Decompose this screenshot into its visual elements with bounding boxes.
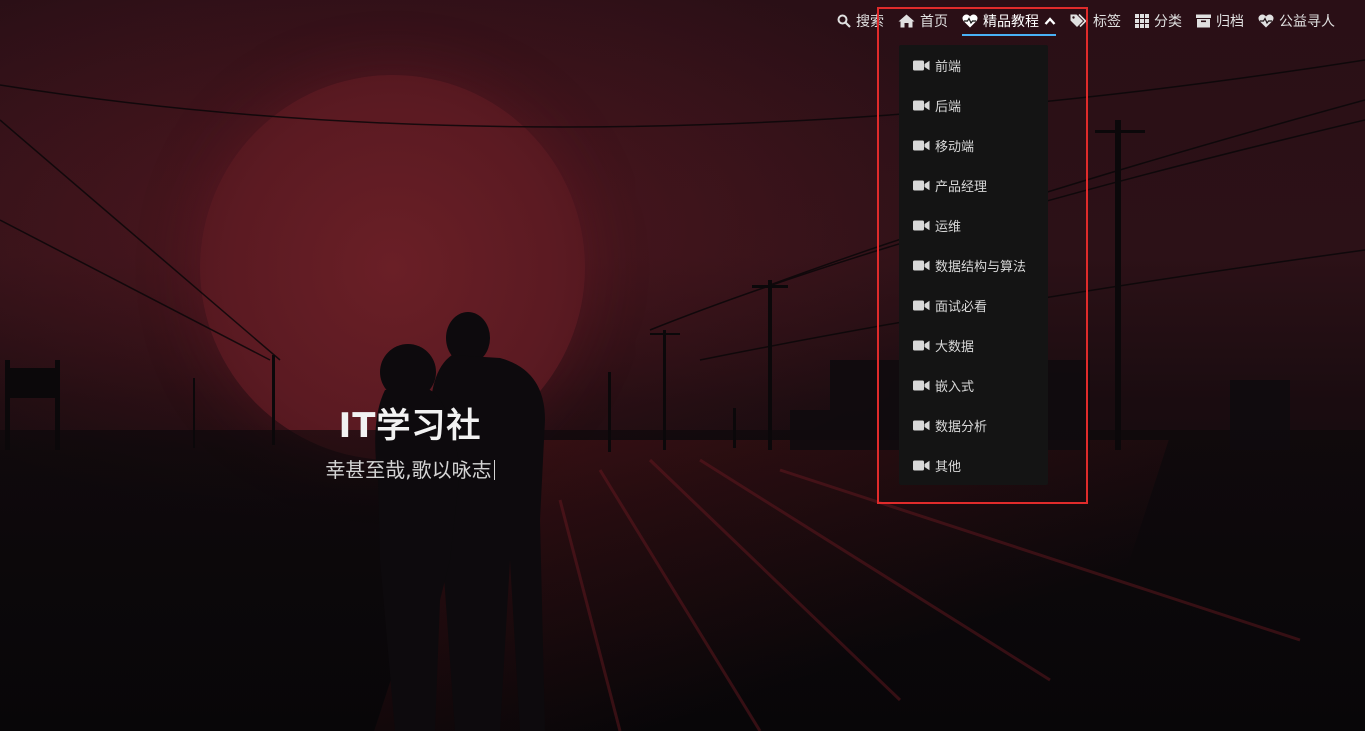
nav-categories-label: 分类: [1154, 14, 1182, 30]
dropdown-item[interactable]: 后端: [899, 85, 1048, 125]
dropdown-item-label: 数据结构与算法: [935, 259, 1027, 275]
chevron-up-icon: [1044, 17, 1056, 25]
site-title: IT学习社: [338, 406, 482, 446]
nav-search[interactable]: 搜索: [837, 8, 884, 34]
dropdown-item-label: 前端: [935, 59, 962, 75]
dropdown-item[interactable]: 移动端: [899, 125, 1048, 165]
site-subtitle: 幸甚至哉,歌以咏志: [300, 454, 520, 483]
nav-tags[interactable]: 标签: [1070, 8, 1121, 34]
dropdown-item-label: 面试必看: [935, 299, 988, 315]
site-subtitle-text: 幸甚至哉,歌以咏志: [325, 458, 492, 482]
dropdown-item[interactable]: 嵌入式: [899, 365, 1048, 405]
nav-home-label: 首页: [920, 14, 948, 30]
dropdown-item[interactable]: 运维: [899, 205, 1048, 245]
nav-home[interactable]: 首页: [898, 8, 948, 34]
dropdown-item[interactable]: 产品经理: [899, 165, 1048, 205]
video-icon: [913, 300, 930, 310]
video-icon: [913, 380, 930, 390]
nav-search-label: 搜索: [856, 14, 884, 30]
video-icon: [913, 100, 930, 110]
video-icon: [913, 340, 930, 350]
dropdown-item[interactable]: 其他: [899, 445, 1048, 485]
dropdown-item-label: 嵌入式: [935, 379, 975, 395]
nav-tutorials-label: 精品教程: [983, 14, 1039, 30]
nav-tags-label: 标签: [1093, 14, 1121, 30]
video-icon: [913, 460, 930, 470]
dropdown-item[interactable]: 面试必看: [899, 285, 1048, 325]
archive-icon: [1196, 14, 1211, 28]
dropdown-item-label: 其他: [935, 459, 962, 475]
video-icon: [913, 60, 930, 70]
typing-cursor: [493, 460, 495, 480]
video-icon: [913, 420, 930, 430]
home-icon: [898, 14, 915, 28]
dropdown-item-label: 移动端: [935, 139, 975, 155]
grid-icon: [1135, 14, 1149, 28]
dropdown-item-label: 大数据: [935, 339, 975, 355]
nav-charity[interactable]: 公益寻人: [1258, 8, 1335, 34]
dropdown-item-label: 产品经理: [935, 179, 988, 195]
dropdown-item[interactable]: 前端: [899, 45, 1048, 85]
hero-background: [0, 0, 1365, 731]
nav-charity-label: 公益寻人: [1279, 14, 1335, 30]
nav-archive[interactable]: 归档: [1196, 8, 1244, 34]
dropdown-item[interactable]: 数据分析: [899, 405, 1048, 445]
scene-silhouettes: [0, 59, 1365, 731]
nav-archive-label: 归档: [1216, 14, 1244, 30]
video-icon: [913, 140, 930, 150]
dropdown-item-label: 数据分析: [935, 419, 988, 435]
heart-pulse-icon: [962, 14, 978, 28]
tutorials-dropdown: 前端后端移动端产品经理运维数据结构与算法 面试必看大数据嵌入式数据分析其他: [899, 45, 1048, 485]
dropdown-item-label: 后端: [935, 99, 962, 115]
dropdown-item-label: 运维: [935, 219, 962, 235]
heart-pulse-icon: [1258, 14, 1274, 28]
nav-tutorials[interactable]: 精品教程: [962, 8, 1056, 36]
video-icon: [913, 220, 930, 230]
video-icon: [913, 180, 930, 190]
search-icon: [837, 14, 851, 28]
dropdown-item[interactable]: 数据结构与算法: [899, 245, 1048, 285]
tags-icon: [1070, 14, 1087, 28]
dropdown-item[interactable]: 大数据: [899, 325, 1048, 365]
nav-categories[interactable]: 分类: [1135, 8, 1182, 34]
video-icon: [913, 260, 930, 270]
top-nav: 搜索 首页 精品教程 标签 分类 归档 公益寻人: [837, 8, 1335, 36]
